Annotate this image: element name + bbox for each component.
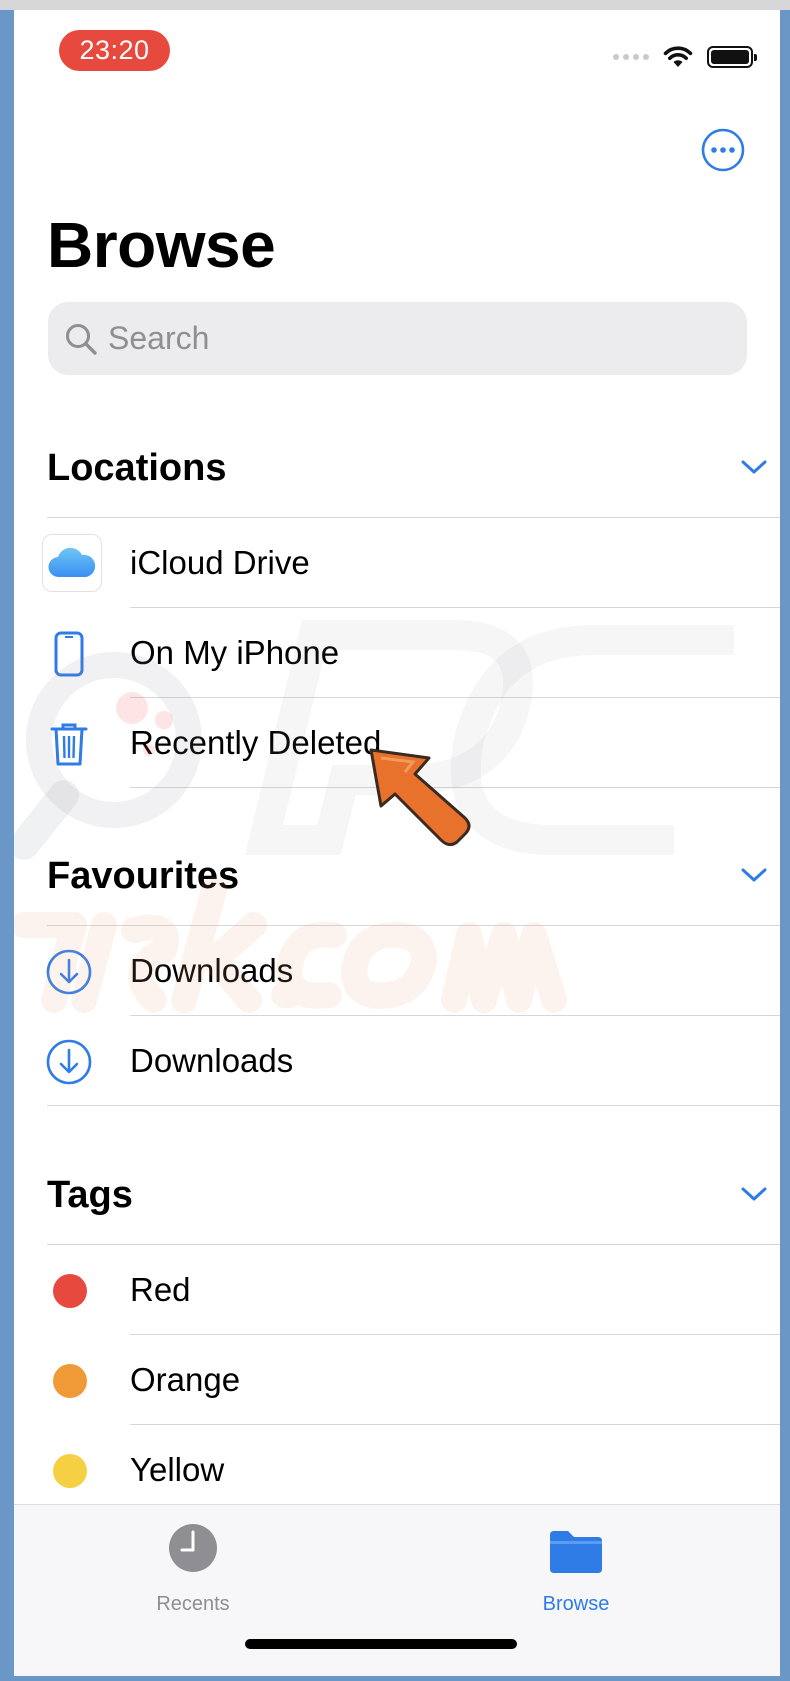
location-item-on-my-iphone[interactable]: On My iPhone <box>14 608 780 697</box>
tags-heading: Tags <box>47 1174 133 1216</box>
tab-bar: Recents Browse <box>14 1504 780 1676</box>
pointer-arrow-icon <box>369 748 471 847</box>
location-item-icloud-drive[interactable]: iCloud Drive <box>14 518 780 607</box>
download-icon <box>39 942 99 1002</box>
location-label: iCloud Drive <box>130 544 310 581</box>
trash-icon <box>39 714 99 774</box>
status-time: 23:20 <box>59 30 170 71</box>
tab-recents-label: Recents <box>156 1593 230 1615</box>
tag-item-orange[interactable]: Orange <box>14 1335 780 1424</box>
wifi-icon <box>663 46 693 67</box>
favourites-heading: Favourites <box>47 855 240 897</box>
favourite-item-downloads[interactable]: Downloads <box>14 1016 780 1105</box>
yellow-tag-dot <box>53 1454 87 1488</box>
clock-icon <box>169 1524 217 1572</box>
favourite-label: Downloads <box>130 1042 294 1079</box>
locations-section-header[interactable]: Locations <box>47 437 767 497</box>
page-title: Browse <box>47 209 276 281</box>
iphone-icon <box>39 624 99 684</box>
red-tag-dot <box>53 1274 87 1308</box>
files-app-screen: 23:20 Browse Locations <box>14 10 780 1676</box>
favourite-item-downloads[interactable]: Downloads <box>14 926 780 1015</box>
tags-section-header[interactable]: Tags <box>47 1164 767 1224</box>
status-indicators <box>613 42 757 72</box>
tag-label: Red <box>130 1271 191 1308</box>
orange-tag-dot <box>53 1364 87 1398</box>
tag-label: Orange <box>130 1361 241 1398</box>
divider <box>47 1105 780 1106</box>
favourites-section-header[interactable]: Favourites <box>47 845 767 905</box>
tab-browse-label: Browse <box>542 1593 610 1615</box>
favourite-label: Downloads <box>130 952 294 989</box>
locations-heading: Locations <box>47 447 227 489</box>
folder-icon <box>550 1531 602 1573</box>
search-icon <box>66 324 97 355</box>
tag-item-yellow[interactable]: Yellow <box>14 1425 780 1514</box>
chevron-down-icon[interactable] <box>741 867 767 883</box>
location-label: On My iPhone <box>130 634 340 671</box>
location-label: Recently Deleted <box>130 724 382 761</box>
tag-label: Yellow <box>130 1451 225 1488</box>
more-options-button[interactable] <box>701 128 745 172</box>
battery-icon <box>707 46 757 68</box>
cellular-signal-icon <box>613 54 649 60</box>
chevron-down-icon[interactable] <box>741 1186 767 1202</box>
tag-item-red[interactable]: Red <box>14 1245 780 1334</box>
search-input[interactable] <box>108 302 728 375</box>
chevron-down-icon[interactable] <box>741 459 767 475</box>
download-icon <box>39 1032 99 1092</box>
tab-browse[interactable]: Browse <box>516 1523 636 1623</box>
tab-recents[interactable]: Recents <box>133 1523 253 1623</box>
screen-top-strip <box>0 0 790 10</box>
icloud-icon <box>42 534 102 592</box>
search-bar[interactable] <box>48 302 747 375</box>
home-indicator[interactable] <box>245 1639 517 1649</box>
